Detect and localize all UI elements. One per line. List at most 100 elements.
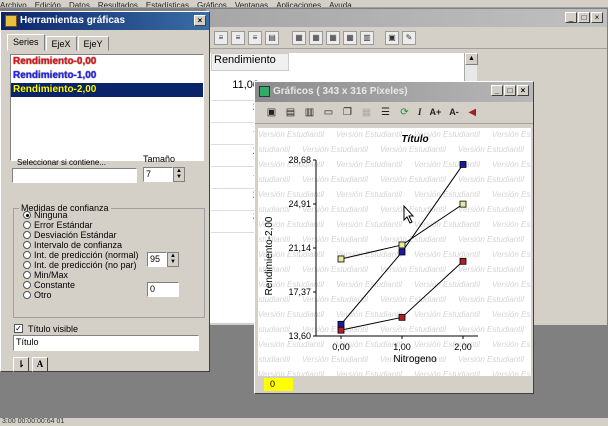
menu-item-4[interactable]: Estadísticas <box>146 2 189 8</box>
mouse-cursor-icon <box>403 204 415 224</box>
scroll-up-icon[interactable]: ▲ <box>465 53 478 65</box>
plot-area[interactable]: Versión Estudiantil Versión Estudiantil Ve… <box>258 128 531 376</box>
option-constante[interactable]: Constante <box>23 280 75 290</box>
italic-icon[interactable]: I <box>416 105 424 120</box>
font-settings-icon[interactable]: ⇂ <box>13 357 29 372</box>
menu-item-1[interactable]: Edición <box>35 2 61 8</box>
level-stepper[interactable]: ▲ ▼ <box>167 252 179 267</box>
chart-title: Título <box>401 134 428 145</box>
print-icon[interactable]: ▤ <box>283 105 298 120</box>
option-ninguna[interactable]: Ninguna <box>23 210 68 220</box>
series-item-selected[interactable]: Rendimiento-2,00 <box>11 83 203 97</box>
radio-icon[interactable] <box>23 251 31 259</box>
radio-icon[interactable] <box>23 231 31 239</box>
data-point <box>459 257 467 265</box>
menu-item-3[interactable]: Resultados <box>98 2 138 8</box>
radio-icon[interactable] <box>23 271 31 279</box>
delete-icon[interactable]: ▥ <box>302 105 317 120</box>
close-icon[interactable]: × <box>591 12 603 23</box>
minimize-icon[interactable]: _ <box>491 85 503 96</box>
copy-icon[interactable]: ❐ <box>340 105 355 120</box>
option-label: Otro <box>34 290 52 300</box>
save-icon[interactable]: ▣ <box>264 105 279 120</box>
radio-icon[interactable] <box>23 291 31 299</box>
data-point <box>398 313 406 321</box>
font-style-icon[interactable]: A <box>32 357 48 372</box>
level-input[interactable]: 95 <box>147 252 167 267</box>
radio-icon[interactable] <box>23 241 31 249</box>
radio-icon[interactable] <box>23 281 31 289</box>
font-increase-icon[interactable]: A+ <box>428 105 444 120</box>
series-list[interactable]: Rendimiento-0,00 Rendimiento-1,00 Rendim… <box>10 54 204 161</box>
series-item[interactable]: Rendimiento-0,00 <box>11 55 203 69</box>
edit-icon[interactable]: ✎ <box>402 30 416 45</box>
radio-icon[interactable] <box>23 221 31 229</box>
format-icon[interactable]: ▤ <box>265 30 279 45</box>
option-label: Int. de predicción (normal) <box>34 250 139 260</box>
radio-selected-icon[interactable] <box>23 211 31 219</box>
x-tick-label: 0,00 <box>332 342 350 352</box>
table-grid-icon[interactable]: ▦ <box>343 30 357 45</box>
graph-toolbar: ▣ ▤ ▥ ▭ ❐ ▦ ☰ ⟳ I A+ A- ◀ <box>255 102 533 124</box>
maximize-icon[interactable]: □ <box>578 12 590 23</box>
table-icon[interactable]: ▦ <box>292 30 306 45</box>
option-minmax[interactable]: Min/Max <box>23 270 68 280</box>
constant-input[interactable]: 0 <box>147 282 179 297</box>
column-header[interactable]: Rendimiento <box>211 53 289 71</box>
option-label: Intervalo de confianza <box>34 240 123 250</box>
open-folder-icon[interactable]: ▭ <box>321 105 336 120</box>
document-icon[interactable]: ▣ <box>385 30 399 45</box>
option-desviacion[interactable]: Desviación Estándar <box>23 230 117 240</box>
y-tick-label: 13,60 <box>288 331 311 341</box>
chart: Título Nitrogeno Rendimiento-2,00 13,60 1… <box>264 134 478 365</box>
series-item[interactable]: Rendimiento-1,00 <box>11 69 203 83</box>
menu-item-0[interactable]: Archivo <box>0 2 27 8</box>
option-label: Error Estándar <box>34 220 93 230</box>
table-cols-icon[interactable]: ▦ <box>326 30 340 45</box>
tab-ejey[interactable]: EjeY <box>77 36 109 51</box>
contains-input[interactable] <box>12 168 137 183</box>
data-toolbar: ≡ ≡ ≡ ▤ ▦ ▦ ▦ ▦ ▥ ▣ ✎ <box>206 27 607 49</box>
size-input[interactable]: 7 <box>143 167 173 182</box>
y-tick-label: 21,14 <box>288 243 311 253</box>
size-stepper[interactable]: ▲ ▼ <box>173 167 185 182</box>
tab-ejex[interactable]: EjeX <box>45 36 77 51</box>
align-right-icon[interactable]: ≡ <box>248 30 262 45</box>
refresh-icon[interactable]: ⟳ <box>397 105 412 120</box>
option-pred-nopar[interactable]: Int. de predicción (no par) <box>23 260 137 270</box>
radio-icon[interactable] <box>23 261 31 269</box>
option-intervalo[interactable]: Intervalo de confianza <box>23 240 122 250</box>
align-left-icon[interactable]: ≡ <box>214 30 228 45</box>
data-point <box>398 241 406 249</box>
x-tick-label: 2,00 <box>454 342 472 352</box>
list-icon[interactable]: ☰ <box>378 105 393 120</box>
minimize-icon[interactable]: _ <box>565 12 577 23</box>
data-point <box>337 255 345 263</box>
close-icon[interactable]: × <box>517 85 529 96</box>
table-rows-icon[interactable]: ▦ <box>309 30 323 45</box>
graph-icon <box>259 86 270 97</box>
x-tick-label: 1,00 <box>393 342 411 352</box>
column-icon[interactable]: ▥ <box>360 30 374 45</box>
graph-status-bar: 0 <box>258 377 531 392</box>
tools-title: Herramientas gráficas <box>20 15 126 26</box>
maximize-icon[interactable]: □ <box>504 85 516 96</box>
option-label: Int. de predicción (no par) <box>34 260 137 270</box>
tools-tabs: Series EjeX EjeY <box>7 34 110 51</box>
speaker-icon[interactable]: ◀ <box>465 105 480 120</box>
tab-series[interactable]: Series <box>7 34 45 51</box>
option-pred-normal[interactable]: Int. de predicción (normal) <box>23 250 139 260</box>
title-visible-checkbox[interactable]: ✓ <box>14 324 23 333</box>
option-otro[interactable]: Otro <box>23 290 52 300</box>
menu-item-2[interactable]: Datos <box>69 2 90 8</box>
option-error-estandar[interactable]: Error Estándar <box>23 220 93 230</box>
title-input[interactable]: Título <box>13 335 199 351</box>
data-point <box>337 320 345 328</box>
option-label: Ninguna <box>34 210 68 220</box>
data-point <box>459 161 467 168</box>
option-label: Min/Max <box>34 270 69 280</box>
font-decrease-icon[interactable]: A- <box>447 105 461 120</box>
align-center-icon[interactable]: ≡ <box>231 30 245 45</box>
tools-titlebar: Herramientas gráficas × <box>1 12 209 30</box>
close-icon[interactable]: × <box>194 15 206 26</box>
